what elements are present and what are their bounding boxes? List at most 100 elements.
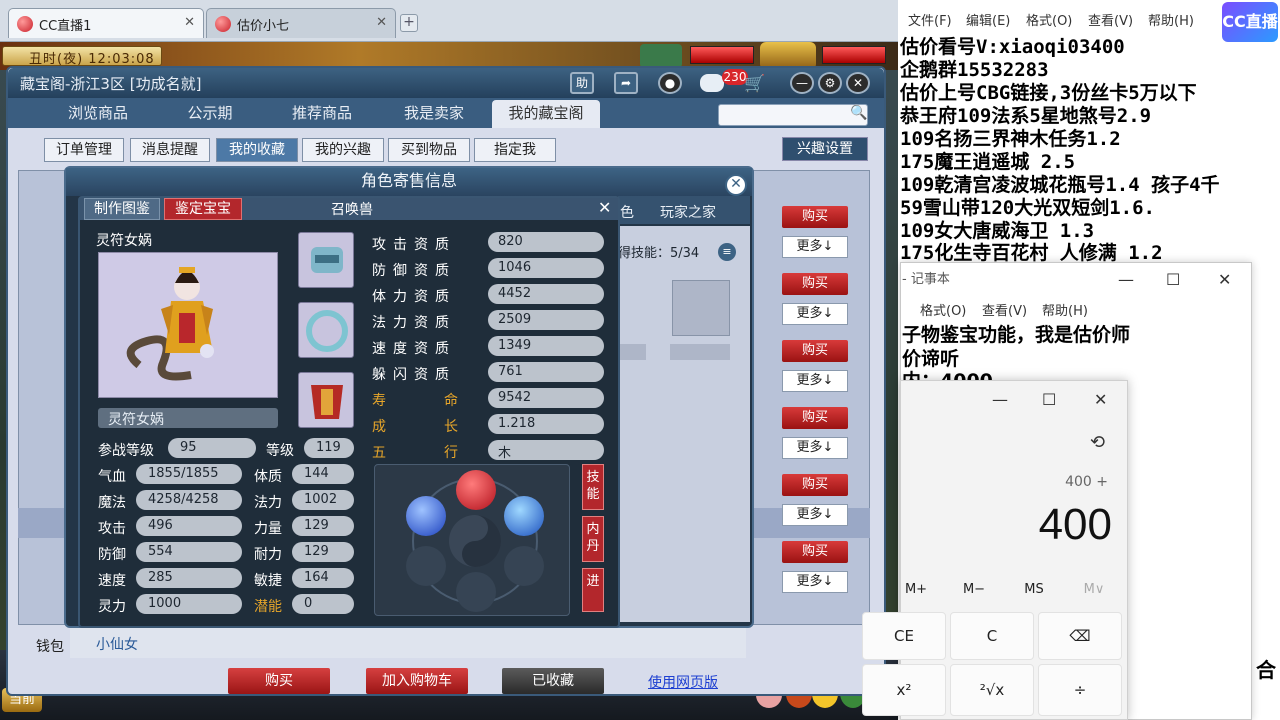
inner-core-blue-icon[interactable] — [504, 496, 544, 536]
close-icon[interactable]: ✕ — [846, 72, 870, 94]
menu-help[interactable]: 帮助(H) — [1148, 10, 1194, 29]
menu-help[interactable]: 帮助(H) — [1042, 300, 1088, 319]
browser-tab-cc[interactable]: CC直播1 ✕ — [8, 8, 204, 38]
list-icon[interactable]: ≡ — [718, 243, 736, 261]
cc-live-logo: CC直播 — [1222, 2, 1278, 42]
settings-icon[interactable]: ⚙ — [818, 72, 842, 94]
close-tab-icon[interactable]: ✕ — [376, 15, 387, 30]
inner-core-button[interactable]: 内丹 — [582, 516, 604, 562]
dialog-title: 角色寄售信息 — [66, 168, 752, 196]
add-cart-button[interactable]: 加入购物车 — [366, 668, 468, 694]
buy-button[interactable]: 购买 — [782, 340, 848, 362]
web-version-link[interactable]: 使用网页版 — [648, 672, 718, 692]
more-button[interactable]: 更多↓ — [782, 303, 848, 325]
more-button[interactable]: 更多↓ — [782, 437, 848, 459]
aptitude-value: 2509 — [488, 310, 604, 330]
tab-messages[interactable]: 消息提醒 — [130, 138, 210, 162]
square-button[interactable]: x² — [862, 664, 946, 716]
backspace-button[interactable]: ⌫ — [1038, 612, 1122, 660]
more-button[interactable]: 更多↓ — [782, 370, 848, 392]
skills-button[interactable]: 技能 — [582, 464, 604, 510]
close-icon[interactable]: ✕ — [598, 198, 611, 217]
divide-button[interactable]: ÷ — [1038, 664, 1122, 716]
minimize-icon[interactable]: — — [992, 390, 1008, 409]
minimize-icon[interactable]: — — [1118, 270, 1134, 289]
tab-bought[interactable]: 买到物品 — [388, 138, 470, 162]
calculator-display: 400 — [1038, 500, 1112, 549]
inner-core-blue-icon[interactable] — [406, 496, 446, 536]
tab-make-catalog[interactable]: 制作图鉴 — [84, 198, 160, 220]
clear-entry-button[interactable]: CE — [862, 612, 946, 660]
menu-edit[interactable]: 编辑(E) — [966, 10, 1010, 29]
tab-role[interactable]: 色 — [620, 202, 634, 222]
seller-name[interactable]: 小仙女 — [96, 634, 138, 654]
close-tab-icon[interactable]: ✕ — [184, 15, 195, 30]
stop-icon[interactable]: ● — [658, 72, 682, 94]
pet-name-title: 灵符女娲 — [96, 233, 152, 249]
browser-tab-guji[interactable]: 估价小七 ✕ — [206, 8, 396, 38]
history-icon[interactable]: ⟲ — [1090, 432, 1105, 453]
equip-slot-2[interactable] — [298, 302, 354, 358]
tab-public[interactable]: 公示期 — [162, 100, 258, 128]
share-icon[interactable]: ➦ — [614, 72, 638, 94]
close-icon[interactable]: ✕ — [725, 174, 747, 196]
tab-favorites[interactable]: 我的收藏 — [216, 138, 298, 162]
maximize-icon[interactable]: ☐ — [1042, 390, 1056, 409]
message-icon[interactable] — [700, 74, 724, 92]
minimize-icon[interactable]: — — [790, 72, 814, 94]
inner-core-empty-slot[interactable] — [504, 546, 544, 586]
skill-slot-label — [670, 344, 730, 360]
square-root-button[interactable]: ²√x — [950, 664, 1034, 716]
tab-player-home[interactable]: 玩家之家 — [660, 202, 716, 222]
pet-avatar-icon[interactable] — [640, 44, 682, 68]
buy-now-button[interactable]: 购买 — [228, 668, 330, 694]
buy-button[interactable]: 购买 — [782, 474, 848, 496]
advance-button[interactable]: 进 — [582, 568, 604, 612]
close-icon[interactable]: ✕ — [1218, 270, 1231, 289]
menu-view[interactable]: 查看(V) — [1088, 10, 1133, 29]
buy-button[interactable]: 购买 — [782, 541, 848, 563]
buy-button[interactable]: 购买 — [782, 407, 848, 429]
inner-core-red-icon[interactable] — [456, 470, 496, 510]
tab-interests[interactable]: 我的兴趣 — [302, 138, 384, 162]
cart-icon[interactable]: 🛒 — [744, 74, 765, 94]
skills-count: 得技能：5/34 — [618, 246, 700, 261]
interest-settings-button[interactable]: 兴趣设置 — [782, 137, 868, 161]
tab-identify-pet[interactable]: 鉴定宝宝 — [164, 198, 242, 220]
help-button[interactable]: 助 — [570, 72, 594, 94]
memory-add-button[interactable]: M+ — [896, 582, 936, 597]
clear-button[interactable]: C — [950, 612, 1034, 660]
menu-format[interactable]: 格式(O) — [1026, 10, 1072, 29]
more-button[interactable]: 更多↓ — [782, 571, 848, 593]
more-button[interactable]: 更多↓ — [782, 504, 848, 526]
aptitude-value: 761 — [488, 362, 604, 382]
memory-subtract-button[interactable]: M− — [954, 582, 994, 597]
collected-button[interactable]: 已收藏 — [502, 668, 604, 694]
skill-slot[interactable] — [672, 280, 730, 336]
menu-view[interactable]: 查看(V) — [982, 300, 1027, 319]
equip-slot-1[interactable] — [298, 232, 354, 288]
inner-core-empty-slot[interactable] — [406, 546, 446, 586]
buy-button[interactable]: 购买 — [782, 206, 848, 228]
menu-format[interactable]: 格式(O) — [920, 300, 966, 319]
close-icon[interactable]: ✕ — [1094, 390, 1107, 409]
memory-list-button[interactable]: M∨ — [1074, 582, 1114, 597]
tab-assigned[interactable]: 指定我 — [474, 138, 556, 162]
new-tab-button[interactable]: + — [400, 14, 418, 32]
memory-store-button[interactable]: MS — [1014, 582, 1054, 597]
menu-file[interactable]: 文件(F) — [908, 10, 952, 29]
pet-name-field[interactable]: 灵符女娲 — [98, 408, 278, 428]
buy-button[interactable]: 购买 — [782, 273, 848, 295]
tab-orders[interactable]: 订单管理 — [44, 138, 124, 162]
inner-core-empty-slot[interactable] — [456, 572, 496, 612]
stat-value: 1000 — [136, 594, 242, 614]
tab-my-pavilion[interactable]: 我的藏宝阁 — [492, 100, 600, 128]
equip-slot-3[interactable] — [298, 372, 354, 428]
tab-recommended[interactable]: 推荐商品 — [274, 100, 370, 128]
more-button[interactable]: 更多↓ — [782, 236, 848, 258]
search-input[interactable] — [718, 104, 868, 126]
tab-browse[interactable]: 浏览商品 — [50, 100, 146, 128]
maximize-icon[interactable]: ☐ — [1166, 270, 1180, 289]
tab-seller[interactable]: 我是卖家 — [386, 100, 482, 128]
search-icon[interactable]: 🔍 — [850, 105, 867, 121]
